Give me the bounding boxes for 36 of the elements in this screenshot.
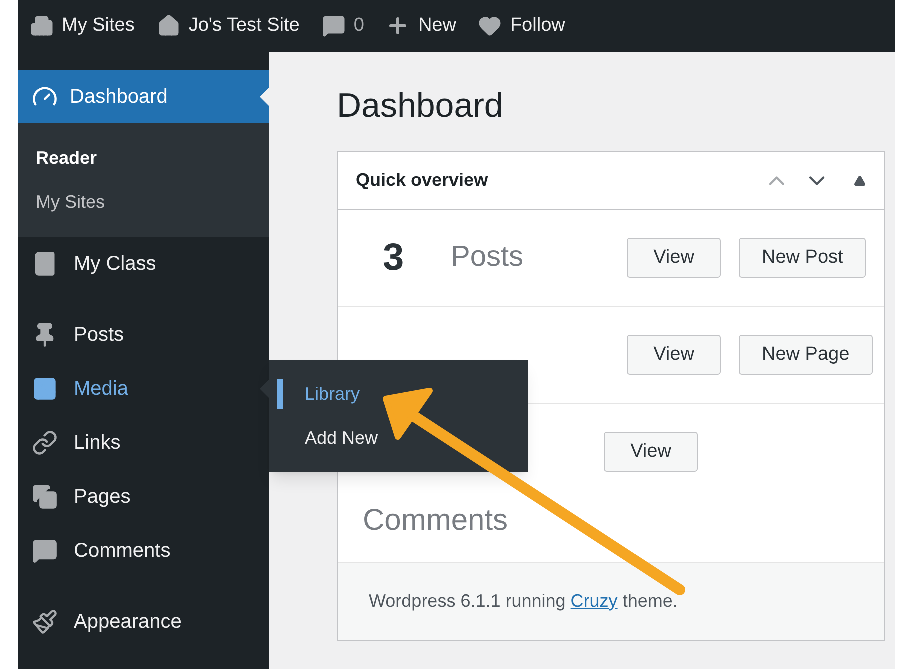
collapse-icon[interactable] [854,174,866,186]
house-icon [156,14,181,38]
speech-bubble-icon [32,538,58,564]
admin-bar-link[interactable]: 0 [322,12,364,40]
menu-item[interactable]: Dashboard [18,70,269,123]
card-button[interactable]: View [604,432,698,472]
menu-item[interactable]: Comments [18,524,269,578]
paintbrush-icon [32,609,58,635]
card-button[interactable]: New Page [739,335,873,375]
admin-bar-link[interactable]: Jo's Test Site [156,12,300,40]
menu-item[interactable]: Links [18,416,269,470]
footer-text: Wordpress 6.1.1 running Cruzy theme. [369,590,678,613]
card-button[interactable]: View [627,238,721,278]
menu-item[interactable]: Appearance [18,595,269,649]
heart-icon [478,14,502,38]
count-label: Posts [451,240,524,276]
card-title: Quick overview [356,169,490,192]
flyout-item[interactable]: Add New [277,423,528,453]
menu-item[interactable]: Posts [18,308,269,362]
speech-bubble-icon [322,14,346,38]
card-button[interactable]: New Post [739,238,866,278]
count: 3 [383,236,406,280]
menu-item[interactable]: Pages [18,470,269,524]
pages-icon [32,484,58,510]
card-button[interactable]: View [627,335,721,375]
submenu-item[interactable]: My Sites [36,188,269,216]
admin-bar-link[interactable]: Follow [478,12,566,40]
menu-item[interactable]: Media [18,362,269,416]
count-label: Comments [363,503,510,539]
link-icon [32,430,58,456]
theme-link[interactable]: Cruzy [570,591,618,611]
admin-bar-link[interactable]: My Sites [30,12,135,40]
admin-bar-link[interactable]: New [386,12,456,40]
submenu-item[interactable]: Reader [36,144,269,172]
menu-item[interactable]: My Class [18,237,269,291]
page-title: Dashboard [337,86,504,127]
